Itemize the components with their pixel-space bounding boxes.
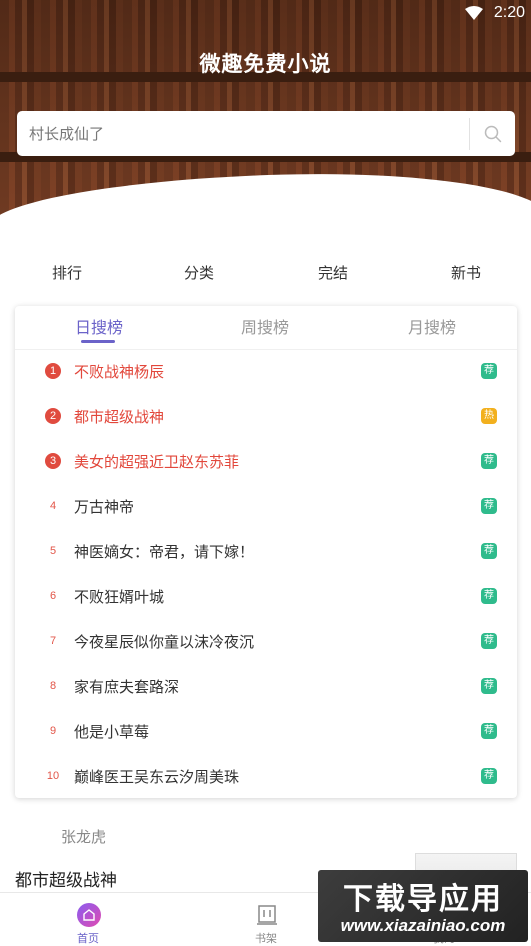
rank-number: 1 (45, 363, 61, 379)
rank-title: 今夜星辰似你童以沫冷夜沉 (74, 632, 255, 651)
rank-number: 6 (49, 590, 57, 602)
featured-book-title[interactable]: 都市超级战神 (15, 866, 117, 891)
tab-daily[interactable]: 日搜榜 (75, 314, 123, 338)
rank-title: 家有庶夫套路深 (74, 677, 180, 696)
recommend-badge: 荐 (481, 633, 497, 649)
rank-title: 神医嫡女：帝君，请下嫁！ (74, 542, 255, 561)
rank-row[interactable]: 6 不败狂婿叶城 荐 (15, 574, 517, 618)
recommend-badge: 荐 (481, 723, 497, 739)
recommend-badge: 荐 (481, 768, 497, 784)
rank-number: 9 (49, 725, 57, 737)
recommend-badge: 荐 (481, 363, 497, 379)
rank-title: 不败狂婿叶城 (74, 587, 165, 606)
nav-home-label: 首页 (77, 932, 99, 945)
tab-monthly[interactable]: 月搜榜 (408, 314, 456, 338)
ranking-tabs: 日搜榜 周搜榜 月搜榜 (15, 306, 517, 350)
rank-title: 巅峰医王吴东云汐周美珠 (74, 767, 240, 786)
featured-author: 张龙虎 (61, 828, 107, 846)
category-new-books[interactable]: 新书 (451, 262, 481, 283)
tab-indicator (81, 340, 115, 343)
header-banner: 2:20 微趣免费小说 (0, 0, 531, 230)
search-box[interactable] (17, 111, 515, 156)
rank-number: 2 (45, 408, 61, 424)
search-icon (484, 125, 501, 142)
rank-row[interactable]: 7 今夜星辰似你童以沫冷夜沉 荐 (15, 619, 517, 663)
wifi-icon (465, 6, 483, 20)
rank-row[interactable]: 5 神医嫡女：帝君，请下嫁！ 荐 (15, 529, 517, 573)
hot-badge: 热 (481, 408, 497, 424)
watermark-url: www.xiazainiao.com (340, 916, 506, 935)
category-nav: 排行 分类 完结 新书 (0, 262, 531, 288)
rank-row[interactable]: 8 家有庶夫套路深 荐 (15, 664, 517, 708)
rank-row[interactable]: 2 都市超级战神 热 (15, 394, 517, 438)
rank-title: 都市超级战神 (74, 407, 165, 426)
recommend-badge: 荐 (481, 453, 497, 469)
bookshelf-icon (257, 905, 277, 925)
watermark-logo: 下载导应用 www.xiazainiao.com (318, 870, 528, 942)
ranking-card: 日搜榜 周搜榜 月搜榜 1 不败战神杨辰 荐 2 都市超级战神 热 3 美女的超… (15, 306, 517, 798)
rank-title: 万古神帝 (74, 497, 135, 516)
search-input[interactable] (17, 111, 469, 156)
category-classify[interactable]: 分类 (184, 262, 214, 283)
rank-number: 7 (49, 635, 57, 647)
rank-number: 10 (46, 770, 60, 782)
category-ranking[interactable]: 排行 (52, 262, 82, 283)
nav-home[interactable]: 首页 (38, 893, 138, 946)
rank-row[interactable]: 1 不败战神杨辰 荐 (15, 349, 517, 393)
rank-title: 不败战神杨辰 (74, 362, 165, 381)
recommend-badge: 荐 (481, 543, 497, 559)
rank-title: 他是小草莓 (74, 722, 150, 741)
category-completed[interactable]: 完结 (318, 262, 348, 283)
app-title: 微趣免费小说 (199, 52, 332, 76)
recommend-badge: 荐 (481, 678, 497, 694)
watermark-main-text: 下载导应用 (343, 882, 503, 917)
rank-title: 美女的超强近卫赵东苏菲 (74, 452, 240, 471)
recommend-badge: 荐 (481, 588, 497, 604)
status-time: 2:20 (493, 4, 525, 21)
nav-bookshelf[interactable]: 书架 (216, 893, 316, 946)
nav-bookshelf-label: 书架 (255, 932, 277, 945)
rank-row[interactable]: 10 巅峰医王吴东云汐周美珠 荐 (15, 754, 517, 798)
tab-weekly[interactable]: 周搜榜 (241, 314, 289, 338)
rank-number: 4 (49, 500, 57, 512)
rank-row[interactable]: 3 美女的超强近卫赵东苏菲 荐 (15, 439, 517, 483)
search-button[interactable] (470, 111, 515, 156)
rank-number: 8 (49, 680, 57, 692)
rank-row[interactable]: 4 万古神帝 荐 (15, 484, 517, 528)
home-icon (77, 903, 101, 927)
rank-number: 3 (45, 453, 61, 469)
rank-row[interactable]: 9 他是小草莓 荐 (15, 709, 517, 753)
recommend-badge: 荐 (481, 498, 497, 514)
rank-number: 5 (49, 545, 57, 557)
